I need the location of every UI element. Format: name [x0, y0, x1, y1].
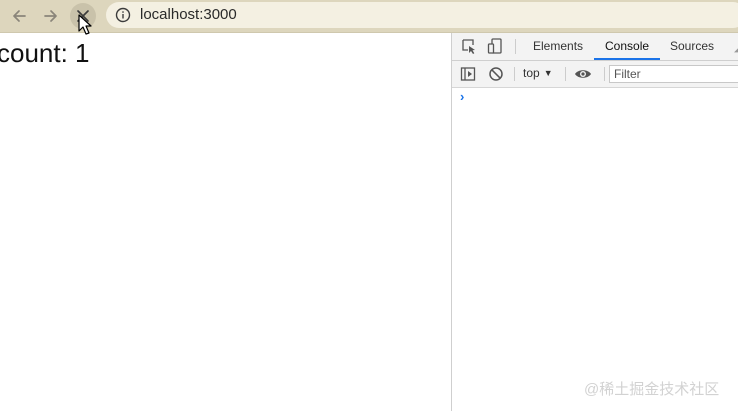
- info-icon[interactable]: [115, 7, 131, 23]
- toolbar-divider: [565, 67, 566, 81]
- dropdown-arrow-icon: ▼: [543, 68, 553, 78]
- arrow-right-icon: [44, 10, 57, 22]
- inspect-element-icon[interactable]: [461, 38, 477, 54]
- page-viewport: count: 1: [0, 33, 451, 411]
- toolbar-divider: [514, 67, 515, 81]
- show-sidebar-icon[interactable]: [460, 66, 476, 82]
- address-bar[interactable]: localhost:3000: [106, 2, 738, 28]
- arrow-left-icon: [13, 10, 26, 22]
- tab-sources[interactable]: Sources: [670, 33, 714, 60]
- count-label: count: 1: [0, 38, 90, 68]
- console-toolbar: top ▼: [452, 61, 738, 88]
- back-button[interactable]: [6, 3, 32, 29]
- tab-console[interactable]: Console: [594, 33, 661, 60]
- context-selector[interactable]: top ▼: [523, 66, 553, 80]
- url-text[interactable]: localhost:3000: [140, 6, 237, 24]
- devtools-tab-bar: Elements Console Sources ◢: [452, 33, 738, 61]
- clear-console-icon[interactable]: [488, 66, 504, 82]
- devtools-panel: Elements Console Sources ◢ top▼ ›: [451, 33, 738, 411]
- more-tabs-icon[interactable]: ◢: [734, 41, 738, 54]
- toolbar-divider: [515, 39, 516, 54]
- context-selector-label: top: [523, 66, 540, 80]
- console-output[interactable]: ›: [452, 88, 738, 411]
- eye-icon[interactable]: [574, 66, 592, 82]
- console-prompt-icon: ›: [460, 89, 465, 104]
- watermark: @稀土掘金技术社区: [584, 381, 720, 398]
- filter-input[interactable]: [609, 65, 738, 83]
- forward-button[interactable]: [38, 3, 64, 29]
- device-toolbar-icon[interactable]: [487, 38, 503, 54]
- tab-elements[interactable]: Elements: [533, 33, 583, 60]
- toolbar-divider: [604, 67, 605, 81]
- browser-toolbar: localhost:3000: [0, 0, 738, 35]
- mouse-cursor-icon: [78, 14, 92, 35]
